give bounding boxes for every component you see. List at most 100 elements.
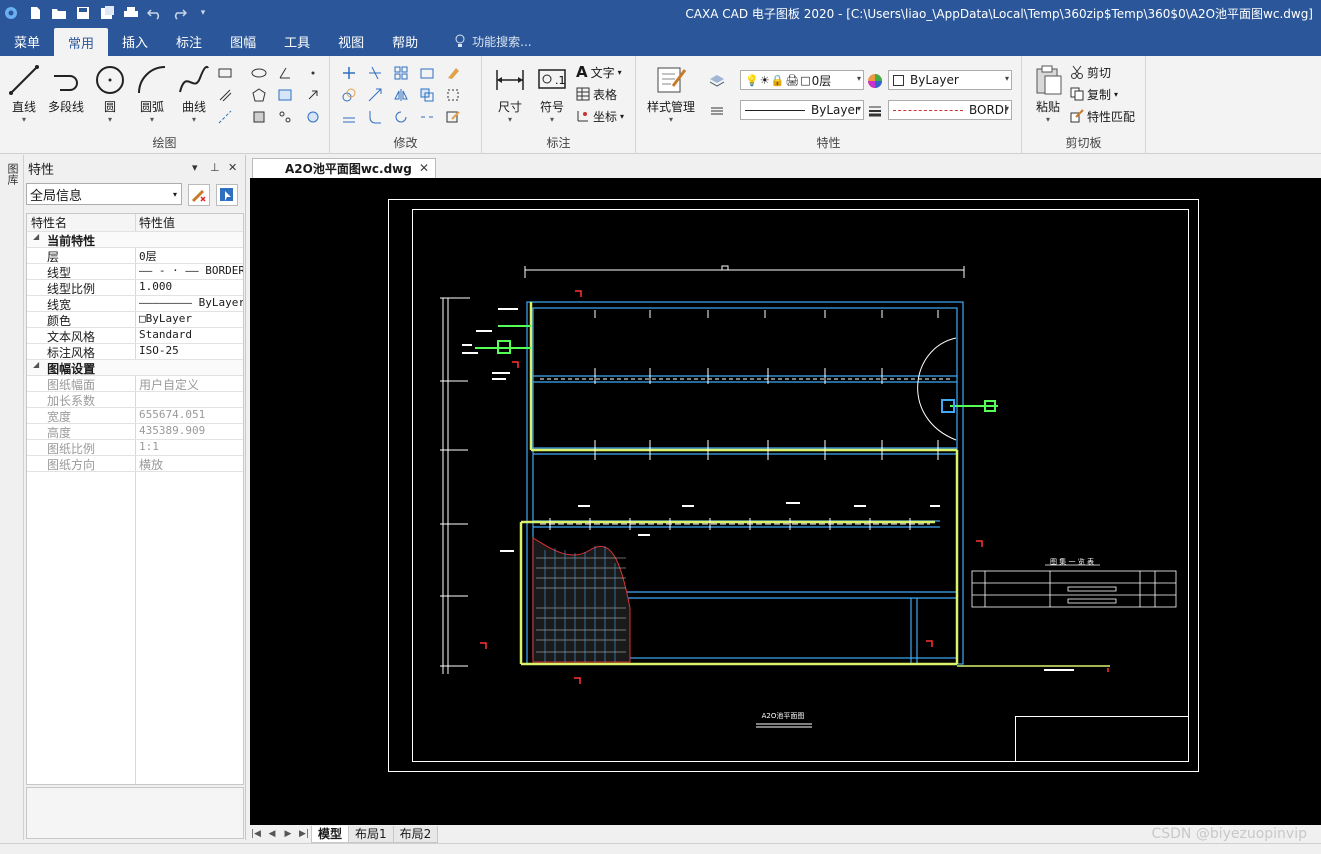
undo-icon[interactable] — [146, 4, 164, 22]
dimension-icon — [496, 70, 524, 90]
paste-button[interactable]: 粘贴 ▾ — [1026, 60, 1070, 128]
dimension-button[interactable]: 尺寸 ▾ — [488, 60, 532, 128]
prop-row-lineweight[interactable]: 线宽 ———————— ByLayer — [27, 296, 243, 312]
ribbon-tab-bar: 菜单 常用 插入 标注 图幅 工具 视图 帮助 功能搜索... — [0, 26, 1321, 56]
donut-icon[interactable] — [304, 108, 322, 126]
explode-icon[interactable] — [444, 86, 462, 104]
layer-select[interactable]: 💡☀🔒🖨□ 0层 ▾ — [740, 70, 864, 90]
style-manager-button[interactable]: 样式管理 ▾ — [642, 60, 700, 128]
border-line-preview — [893, 109, 963, 111]
app-logo-icon[interactable] — [2, 4, 20, 22]
polyline-button[interactable]: 多段线 — [44, 60, 88, 128]
annotate-group: 尺寸 ▾ .1 符号 ▾ A 文字 ▾ 表格 坐标 ▾ 标注 — [482, 56, 636, 154]
mirror-icon[interactable] — [392, 86, 410, 104]
select-objects-icon[interactable] — [216, 184, 238, 206]
prop-row-layer[interactable]: 层 0层 — [27, 248, 243, 264]
tab-model[interactable]: 模型 — [311, 825, 350, 843]
tab-sheet[interactable]: 图幅 — [216, 26, 270, 56]
stretch-icon[interactable] — [418, 86, 436, 104]
document-tab[interactable]: A2O池平面图wc.dwg ✕ — [252, 158, 436, 178]
extend-icon[interactable] — [366, 86, 384, 104]
close-tab-icon[interactable]: ✕ — [419, 161, 429, 175]
trim-icon[interactable] — [366, 64, 384, 82]
tab-common[interactable]: 常用 — [54, 28, 109, 56]
match-properties-button[interactable]: 特性匹配 — [1070, 106, 1135, 126]
function-search[interactable]: 功能搜索... — [432, 26, 545, 56]
tab-insert[interactable]: 插入 — [108, 26, 162, 56]
category-sheet[interactable]: ◢ 图幅设置 — [27, 360, 243, 376]
text-button[interactable]: A 文字 ▾ — [576, 62, 622, 82]
color-wheel-icon[interactable] — [866, 72, 884, 90]
category-current[interactable]: ◢ 当前特性 — [27, 232, 243, 248]
spline-icon[interactable] — [276, 108, 294, 126]
line-button[interactable]: 直线 ▾ — [2, 60, 46, 128]
centerline-icon[interactable] — [216, 108, 234, 126]
tab-view[interactable]: 视图 — [324, 26, 378, 56]
array-icon[interactable] — [392, 64, 410, 82]
block-icon[interactable] — [250, 108, 268, 126]
customize-qat-icon[interactable]: ▾ — [194, 4, 212, 22]
layer-manager-icon[interactable] — [708, 72, 726, 90]
prop-row-color[interactable]: 颜色 □ByLayer — [27, 312, 243, 328]
tab-menu[interactable]: 菜单 — [0, 26, 54, 56]
scope-select[interactable]: 全局信息 ▾ — [26, 183, 182, 205]
hatch-icon[interactable] — [276, 86, 294, 104]
quick-select-icon[interactable] — [188, 184, 210, 206]
drawing-canvas[interactable]: 图 集 一 览 表 A2O池平面图 — [250, 178, 1321, 825]
tab-layout2[interactable]: 布局2 — [392, 825, 439, 843]
arc-button[interactable]: 圆弧 ▾ — [130, 60, 174, 128]
symbol-button[interactable]: .1 符号 ▾ — [530, 60, 574, 128]
new-file-icon[interactable] — [26, 4, 44, 22]
table-button[interactable]: 表格 — [576, 84, 617, 104]
offset-icon[interactable] — [340, 108, 358, 126]
cut-button[interactable]: 剪切 — [1070, 62, 1111, 82]
tab-layout1[interactable]: 布局1 — [348, 825, 394, 843]
point-icon[interactable] — [304, 64, 322, 82]
first-tab-icon[interactable]: |◀ — [248, 829, 264, 839]
curve-button[interactable]: 曲线 ▾ — [172, 60, 216, 128]
panel-dropdown-icon[interactable]: ▾ — [192, 161, 198, 174]
coord-button[interactable]: 坐标 ▾ — [576, 106, 624, 126]
edit-icon[interactable] — [444, 108, 462, 126]
status-bar — [0, 843, 1321, 854]
tab-help[interactable]: 帮助 — [378, 26, 432, 56]
print-icon[interactable] — [122, 4, 140, 22]
copy-button[interactable]: 复制 ▾ — [1070, 84, 1118, 104]
tab-tools[interactable]: 工具 — [270, 26, 324, 56]
aerator-ticks — [594, 310, 939, 460]
copy-object-icon[interactable] — [340, 86, 358, 104]
polygon-icon[interactable] — [250, 86, 268, 104]
scale-icon[interactable] — [418, 64, 436, 82]
pin-icon[interactable]: ⊥ — [210, 161, 220, 174]
ellipse-icon[interactable] — [250, 64, 268, 82]
prop-row-ltscale[interactable]: 线型比例 1.000 — [27, 280, 243, 296]
prop-row-textstyle[interactable]: 文本风格 Standard — [27, 328, 243, 344]
linetype2-select[interactable]: BORDI ▾ — [888, 100, 1012, 120]
linetype-select[interactable]: ByLayer ▾ — [740, 100, 864, 120]
save-icon[interactable] — [74, 4, 92, 22]
linetype-manager-icon[interactable] — [708, 102, 726, 120]
lineweight-icon[interactable] — [866, 102, 884, 120]
fillet-icon[interactable] — [366, 108, 384, 126]
redo-icon[interactable] — [170, 4, 188, 22]
prop-row-dimstyle[interactable]: 标注风格 ISO-25 — [27, 344, 243, 360]
close-panel-icon[interactable]: ✕ — [228, 161, 237, 174]
erase-icon[interactable] — [444, 64, 462, 82]
rectangle-icon[interactable] — [216, 64, 234, 82]
tab-annotate[interactable]: 标注 — [162, 26, 216, 56]
parallel-line-icon[interactable] — [216, 86, 234, 104]
next-tab-icon[interactable]: ▶ — [280, 829, 296, 839]
move-icon[interactable] — [340, 64, 358, 82]
last-tab-icon[interactable]: ▶| — [296, 829, 312, 839]
circle-button[interactable]: 圆 ▾ — [88, 60, 132, 128]
color-select[interactable]: ByLayer ▾ — [888, 70, 1012, 90]
rotate-icon[interactable] — [392, 108, 410, 126]
prev-tab-icon[interactable]: ◀ — [264, 829, 280, 839]
library-side-tab[interactable]: 图库 — [4, 163, 20, 185]
arrow-icon[interactable] — [304, 86, 322, 104]
prop-row-linetype[interactable]: 线型 —— - · —— BORDER — [27, 264, 243, 280]
break-icon[interactable] — [418, 108, 436, 126]
open-folder-icon[interactable] — [50, 4, 68, 22]
angle-line-icon[interactable] — [276, 64, 294, 82]
save-as-icon[interactable] — [98, 4, 116, 22]
